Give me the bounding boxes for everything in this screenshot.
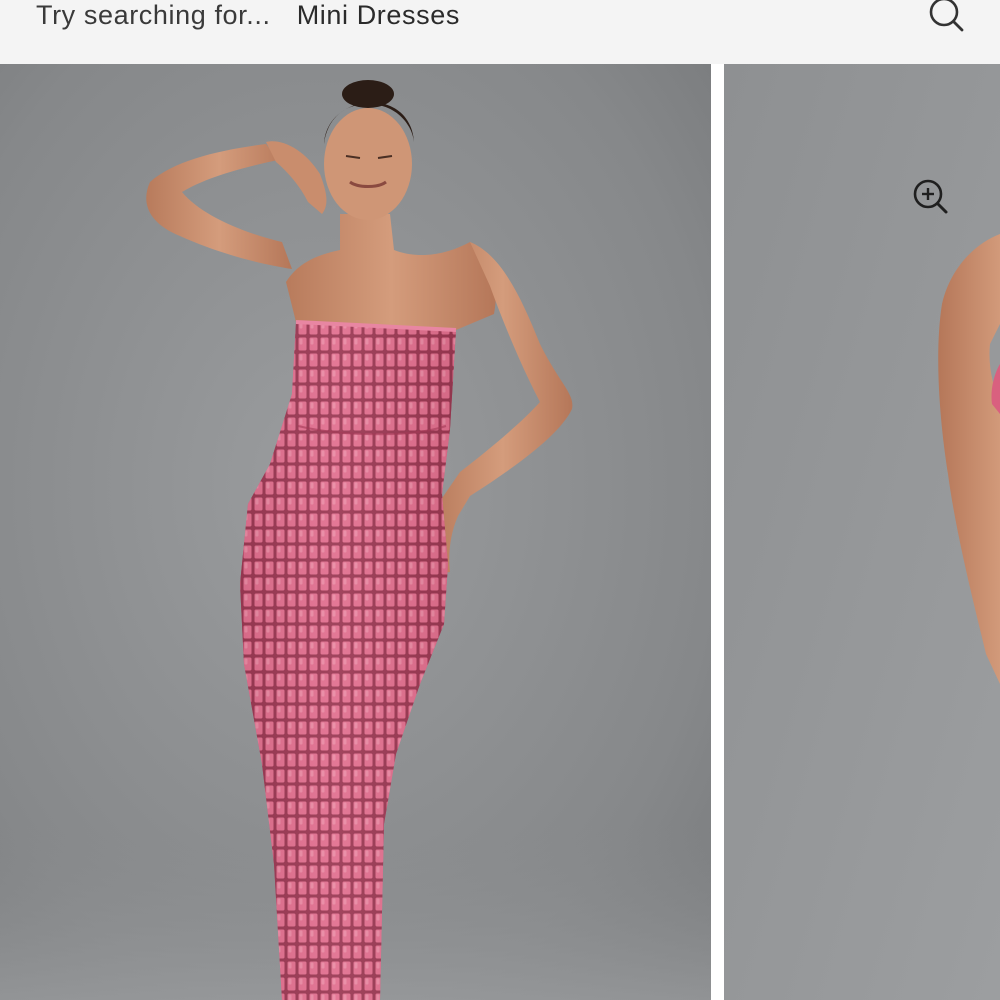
product-photo-next[interactable] [724,64,1000,1000]
zoom-in-icon[interactable] [910,176,952,218]
search-suggestion[interactable]: Mini Dresses [297,0,460,30]
product-photo-main[interactable] [0,64,711,1000]
search-icon[interactable] [926,0,966,36]
search-placeholder: Try searching for... [36,0,271,30]
search-bar[interactable]: Try searching for... Mini Dresses [0,0,1000,64]
search-field[interactable]: Try searching for... Mini Dresses [36,0,460,30]
product-image-gallery[interactable] [0,64,1000,1000]
